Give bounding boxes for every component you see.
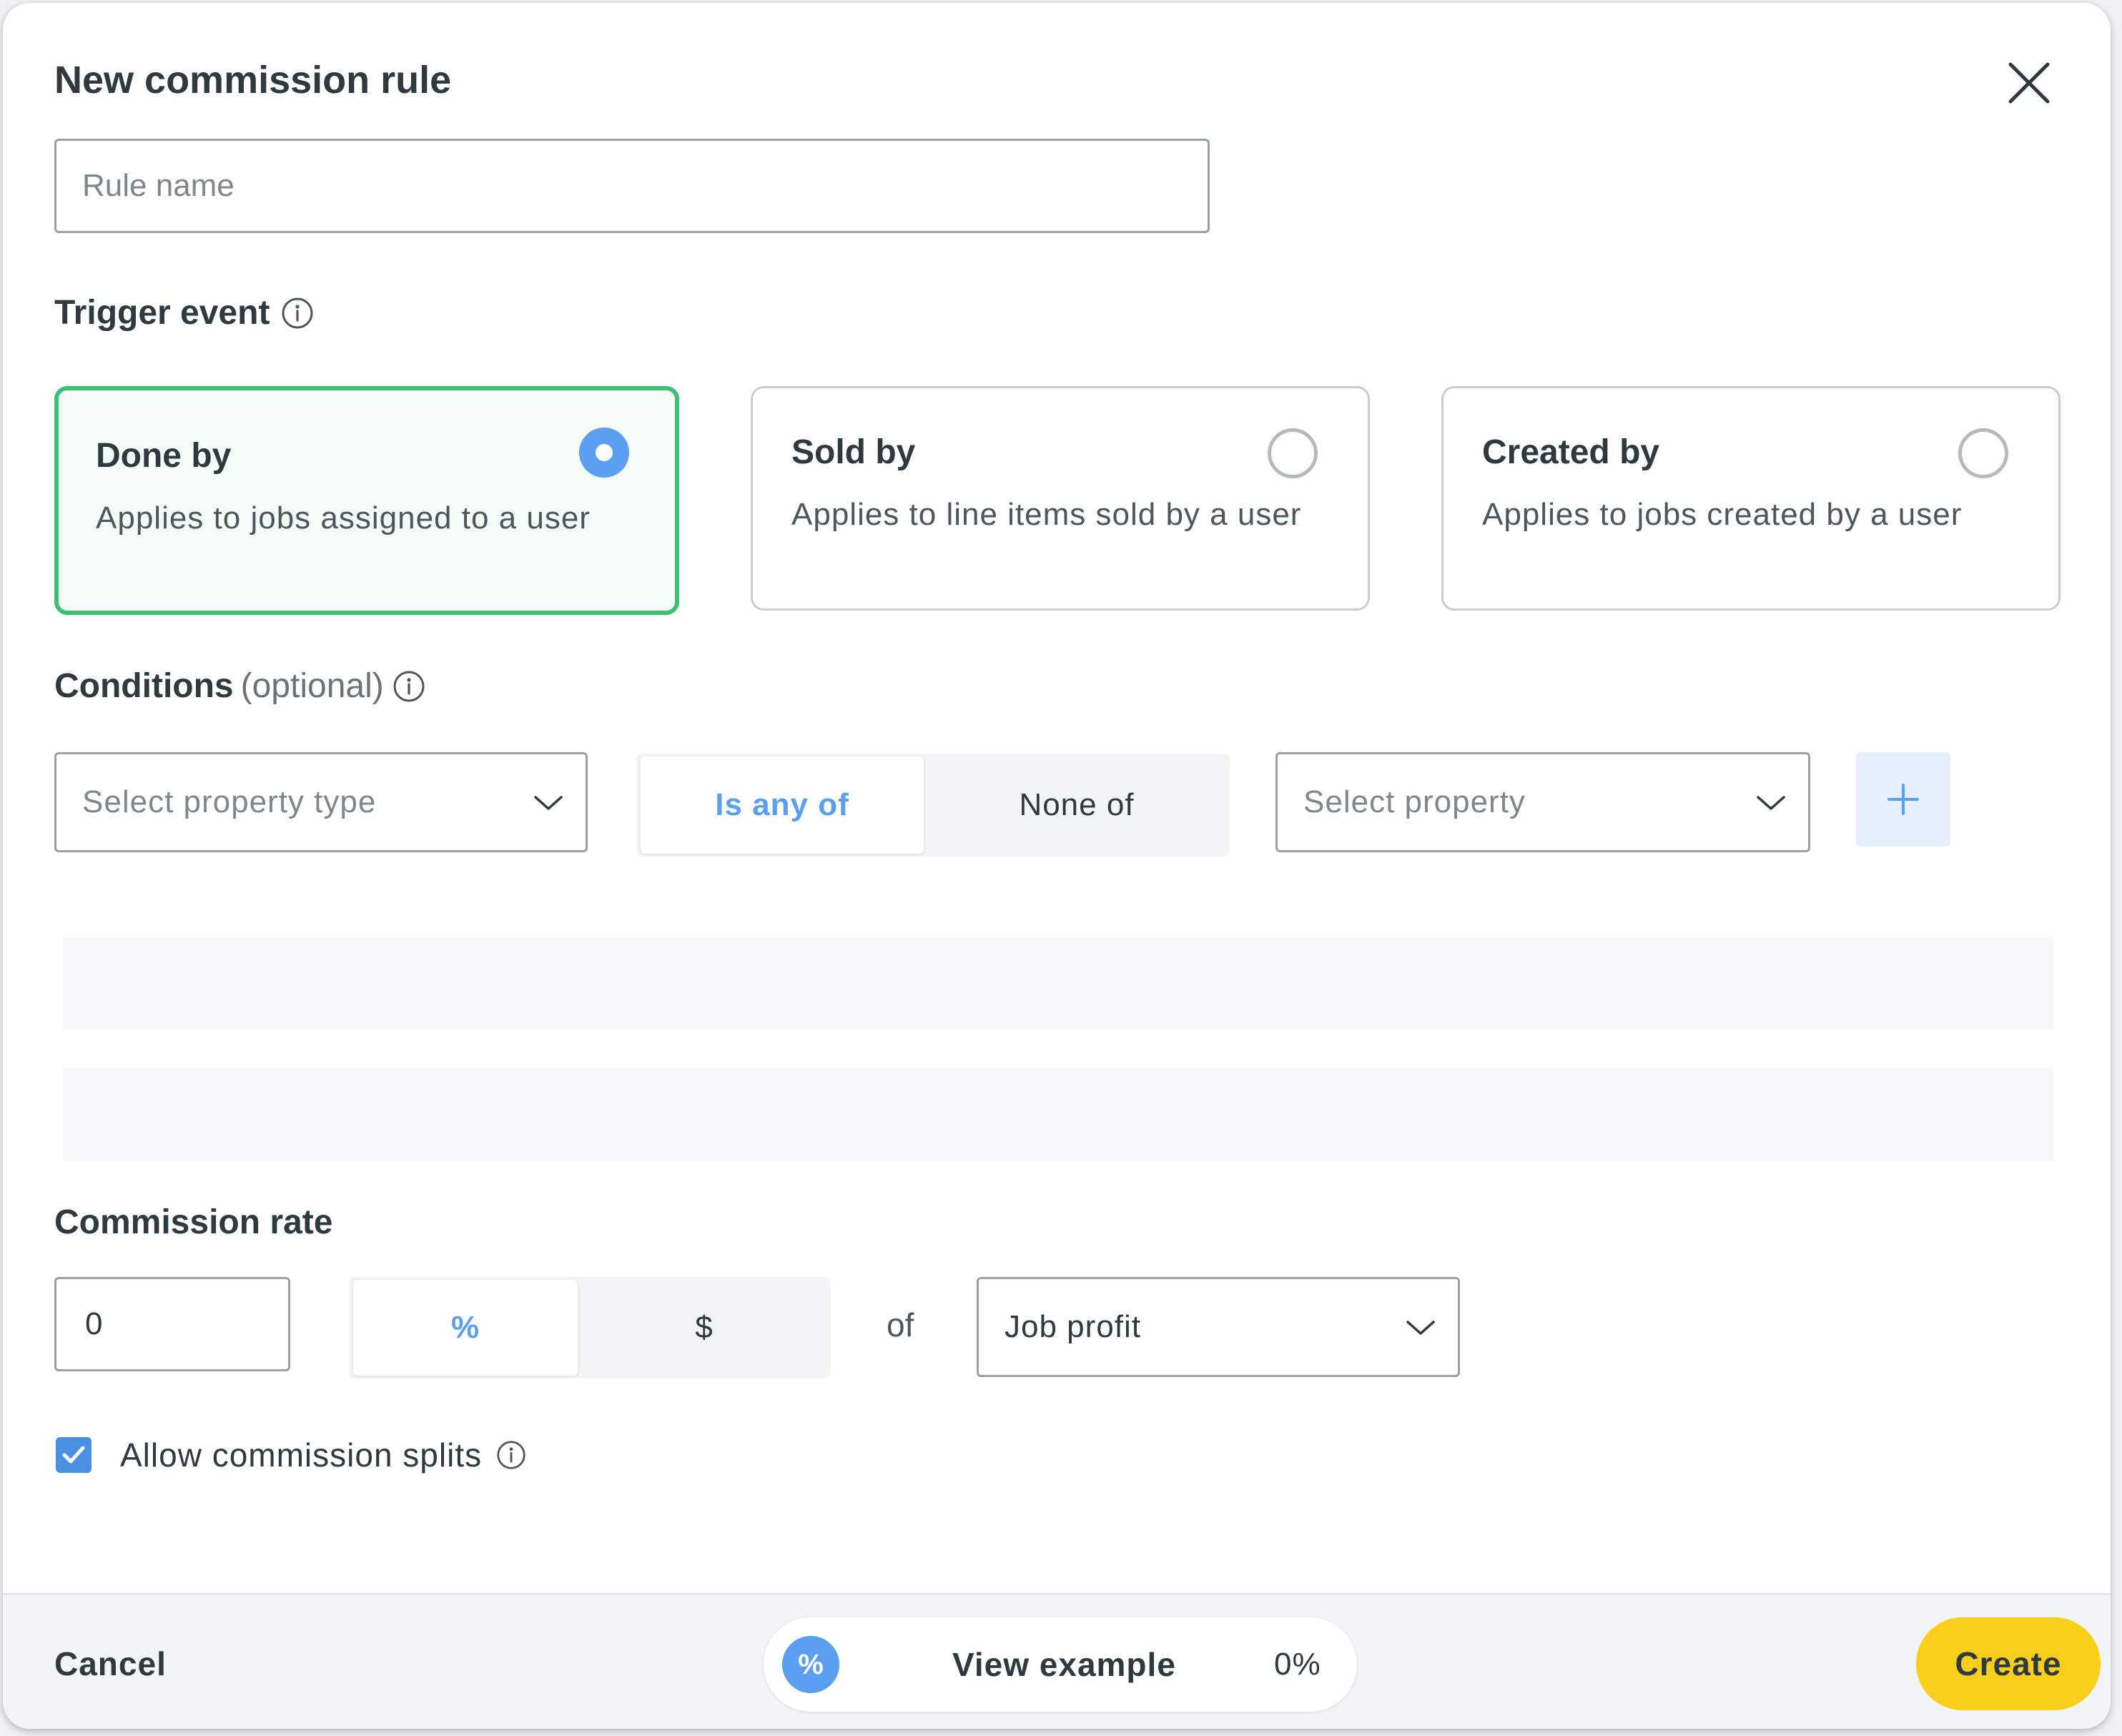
example-value: 0% — [1274, 1647, 1321, 1682]
chevron-down-icon — [1406, 1321, 1435, 1335]
trigger-option-description: Applies to jobs assigned to a user — [96, 500, 591, 536]
operator-none-of[interactable]: None of — [927, 756, 1227, 854]
unit-percent[interactable]: % — [353, 1280, 578, 1376]
create-button[interactable]: Create — [1916, 1617, 2101, 1710]
trigger-option-description: Applies to line items sold by a user — [791, 497, 1302, 532]
percent-icon: % — [782, 1636, 839, 1693]
add-condition-button[interactable] — [1856, 752, 1950, 847]
of-label: of — [887, 1306, 914, 1343]
view-example-label: View example — [952, 1646, 1176, 1683]
close-icon[interactable] — [2000, 54, 2058, 112]
trigger-option-created-by[interactable]: Created by Applies to jobs created by a … — [1441, 386, 2061, 611]
trigger-option-done-by[interactable]: Done by Applies to jobs assigned to a us… — [54, 386, 679, 615]
radio-unselected[interactable] — [1958, 428, 2008, 478]
trigger-event-label: Trigger event — [54, 292, 314, 335]
trigger-option-title: Created by — [1482, 433, 1660, 471]
commission-rule-modal: New commission rule Trigger event Done b… — [3, 3, 2111, 1729]
chevron-down-icon — [1757, 796, 1785, 810]
conditions-label: Conditions (optional) — [54, 665, 425, 708]
rule-name-input[interactable] — [54, 139, 1210, 233]
commission-basis-value: Job profit — [1005, 1309, 1141, 1344]
info-icon[interactable] — [281, 297, 314, 330]
plus-icon — [1887, 784, 1919, 815]
info-icon[interactable] — [496, 1440, 526, 1470]
view-example-button[interactable]: % View example 0% — [764, 1617, 1357, 1712]
property-type-placeholder: Select property type — [82, 784, 377, 819]
unit-dollar[interactable]: $ — [581, 1280, 828, 1376]
cancel-button[interactable]: Cancel — [54, 1644, 167, 1683]
radio-selected[interactable] — [579, 428, 629, 478]
allow-splits-checkbox[interactable] — [56, 1437, 92, 1473]
placeholder-row — [63, 1068, 2053, 1161]
commission-rate-label: Commission rate — [54, 1203, 333, 1241]
trigger-option-title: Done by — [96, 437, 232, 475]
radio-unselected[interactable] — [1268, 428, 1318, 478]
property-placeholder: Select property — [1303, 784, 1526, 819]
optional-label: (optional) — [240, 667, 384, 705]
operator-toggle: Is any of None of — [636, 754, 1230, 857]
chevron-down-icon — [534, 796, 563, 810]
commission-basis-select[interactable]: Job profit — [977, 1277, 1460, 1377]
property-select[interactable]: Select property — [1275, 752, 1810, 852]
checkmark-icon — [62, 1446, 85, 1464]
operator-is-any-of[interactable]: Is any of — [641, 756, 924, 854]
trigger-option-sold-by[interactable]: Sold by Applies to line items sold by a … — [751, 386, 1370, 611]
placeholder-row — [63, 937, 2053, 1030]
trigger-option-description: Applies to jobs created by a user — [1482, 497, 1963, 532]
trigger-option-title: Sold by — [791, 433, 916, 471]
info-icon[interactable] — [393, 670, 425, 703]
rate-unit-toggle: % $ — [349, 1277, 831, 1379]
commission-rate-input[interactable] — [54, 1277, 290, 1371]
allow-splits-label: Allow commission splits — [120, 1433, 526, 1477]
property-type-select[interactable]: Select property type — [54, 752, 588, 852]
modal-title: New commission rule — [54, 59, 452, 102]
